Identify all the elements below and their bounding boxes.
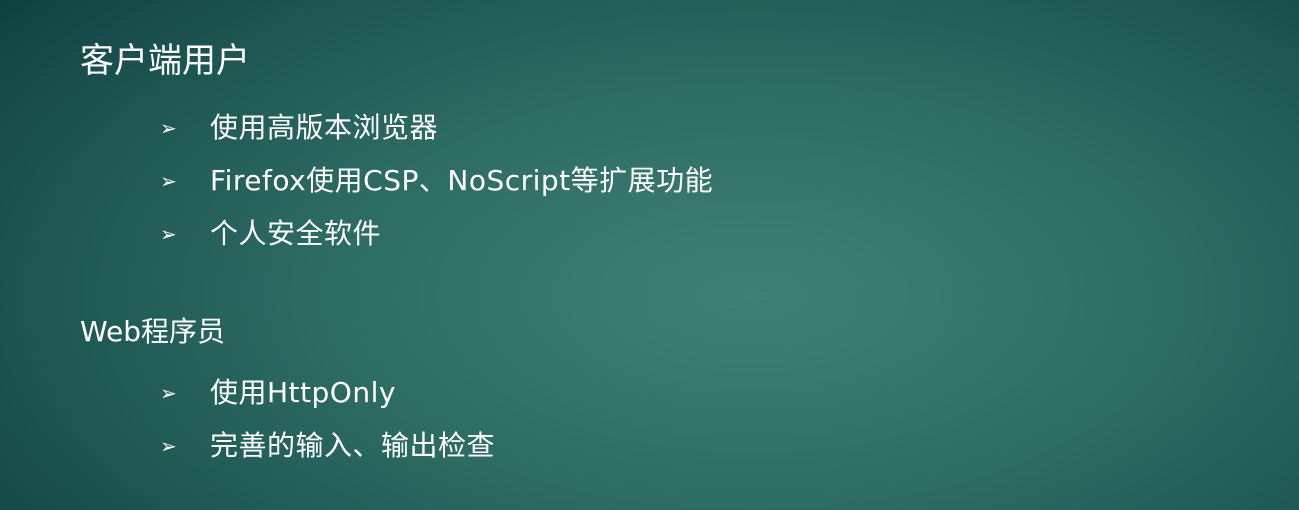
list-item: ➢ Firefox使用CSP、NoScript等扩展功能 [160,154,713,207]
arrow-bullet-icon: ➢ [160,168,177,193]
web-programmers-list: ➢ 使用HttpOnly ➢ 完善的输入、输出检查 [160,366,495,472]
list-item-text: 使用高版本浏览器 [210,110,439,144]
arrow-bullet-icon: ➢ [160,221,177,246]
slide: 客户端用户 ➢ 使用高版本浏览器 ➢ Firefox使用CSP、NoScript… [0,0,1299,510]
list-item: ➢ 使用HttpOnly [160,366,495,419]
arrow-bullet-icon: ➢ [160,115,177,140]
arrow-bullet-icon: ➢ [160,380,177,405]
list-item-text: 个人安全软件 [210,216,382,250]
client-users-list: ➢ 使用高版本浏览器 ➢ Firefox使用CSP、NoScript等扩展功能 … [160,101,713,260]
list-item-text: 使用HttpOnly [210,375,396,409]
list-item: ➢ 完善的输入、输出检查 [160,419,495,472]
list-item-text: 完善的输入、输出检查 [210,428,496,462]
section-title-web-programmers: Web程序员 [80,315,226,348]
section-title-client-users: 客户端用户 [80,41,250,81]
list-item-text: Firefox使用CSP、NoScript等扩展功能 [210,163,714,197]
list-item: ➢ 个人安全软件 [160,207,713,260]
list-item: ➢ 使用高版本浏览器 [160,101,713,154]
arrow-bullet-icon: ➢ [160,433,177,458]
